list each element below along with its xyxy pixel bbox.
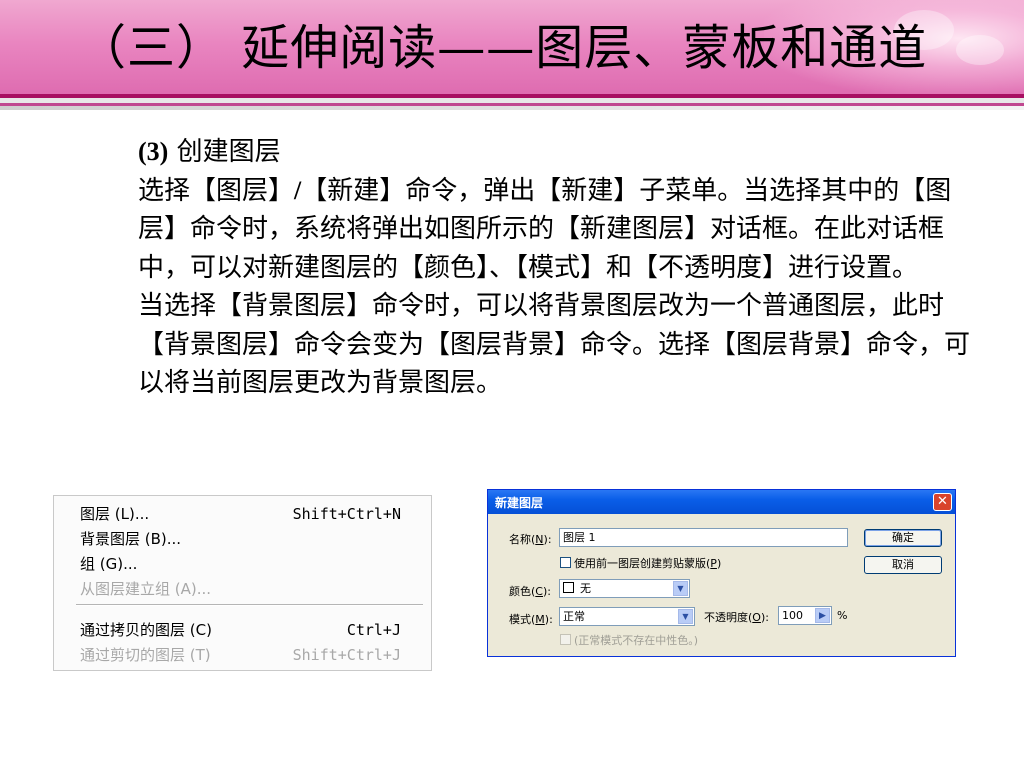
new-layer-submenu: 图层 (L)... Shift+Ctrl+N 背景图层 (B)... 组 (G)… bbox=[53, 495, 432, 671]
section-heading: (3) 创建图层 bbox=[80, 133, 970, 172]
opacity-value: 100 bbox=[782, 609, 803, 622]
name-label: 名称(N): bbox=[509, 533, 552, 546]
chevron-down-icon[interactable]: ▼ bbox=[678, 609, 693, 624]
color-select[interactable]: 无 ▼ bbox=[559, 579, 690, 598]
menu-item-group-from-layers: 从图层建立组 (A)... bbox=[80, 580, 212, 598]
menu-item-layer-via-cut: 通过剪切的图层 (T) bbox=[80, 646, 211, 664]
mode-label: 模式(M): bbox=[509, 613, 553, 626]
name-input[interactable]: 图层 1 bbox=[559, 528, 848, 547]
color-swatch bbox=[563, 582, 574, 593]
color-label: 颜色(C): bbox=[509, 585, 551, 598]
paragraph-1: 选择【图层】/【新建】命令，弹出【新建】子菜单。当选择其中的【图层】命令时，系统… bbox=[80, 172, 970, 288]
opacity-input[interactable]: 100 ▶ bbox=[778, 606, 832, 625]
chevron-right-icon[interactable]: ▶ bbox=[815, 608, 830, 623]
slide-title: （三） 延伸阅读——图层、蒙板和通道 bbox=[78, 20, 928, 76]
percent-sign: % bbox=[837, 609, 848, 622]
title-banner: （三） 延伸阅读——图层、蒙板和通道 bbox=[0, 0, 1024, 96]
dialog-title: 新建图层 bbox=[495, 496, 544, 510]
menu-item-layer-via-copy[interactable]: 通过拷贝的图层 (C) bbox=[80, 620, 212, 640]
neutral-color-checkbox bbox=[560, 634, 571, 645]
paragraph-1-part-a: 选择【图层】 bbox=[138, 175, 295, 206]
heading-text: 创建图层 bbox=[168, 137, 281, 167]
menu-item-background-layer[interactable]: 背景图层 (B)... bbox=[80, 529, 181, 549]
banner-stripe bbox=[0, 106, 1024, 110]
menu-item-layer[interactable]: 图层 (L)... bbox=[80, 504, 149, 524]
menu-shortcut-layer: Shift+Ctrl+N bbox=[292, 505, 401, 523]
chevron-down-icon[interactable]: ▼ bbox=[673, 581, 688, 596]
close-icon[interactable]: ✕ bbox=[933, 493, 952, 511]
dialog-titlebar[interactable]: 新建图层 ✕ bbox=[488, 490, 955, 514]
menu-item-group[interactable]: 组 (G)... bbox=[80, 554, 137, 574]
body-text: (3) 创建图层 选择【图层】/【新建】命令，弹出【新建】子菜单。当选择其中的【… bbox=[80, 133, 970, 403]
banner-decoration bbox=[956, 35, 1004, 65]
paragraph-2: 当选择【背景图层】命令时，可以将背景图层改为一个普通图层，此时【背景图层】命令会… bbox=[138, 291, 971, 398]
heading-number: (3) bbox=[138, 137, 169, 166]
menu-shortcut-layer-via-copy: Ctrl+J bbox=[346, 621, 401, 639]
mode-select[interactable]: 正常 ▼ bbox=[559, 607, 695, 626]
clipping-mask-checkbox[interactable] bbox=[560, 557, 571, 568]
new-layer-dialog: 新建图层 ✕ 名称(N): 图层 1 确定 取消 使用前一图层创建剪贴蒙版(P)… bbox=[487, 489, 956, 657]
neutral-color-label: (正常模式不存在中性色。) bbox=[574, 634, 699, 647]
menu-shortcut-layer-via-cut: Shift+Ctrl+J bbox=[292, 646, 401, 664]
clipping-mask-label: 使用前一图层创建剪贴蒙版(P) bbox=[574, 557, 722, 570]
menu-separator bbox=[76, 604, 423, 606]
cancel-button[interactable]: 取消 bbox=[864, 556, 942, 574]
opacity-label: 不透明度(O): bbox=[704, 611, 769, 624]
color-value: 无 bbox=[580, 582, 591, 595]
mode-value: 正常 bbox=[563, 610, 585, 623]
ok-button[interactable]: 确定 bbox=[864, 529, 942, 547]
